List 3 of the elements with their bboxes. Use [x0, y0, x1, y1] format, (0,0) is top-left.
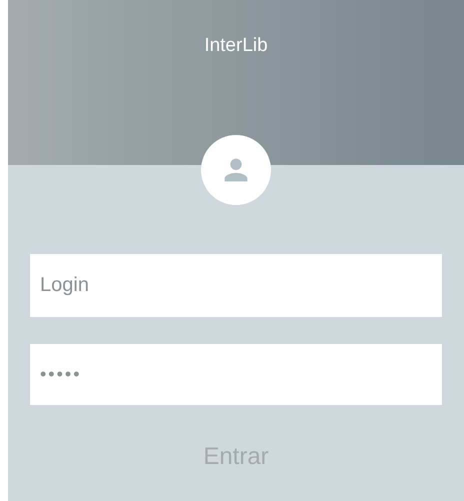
password-field[interactable]: •••••	[30, 344, 442, 405]
app-title: InterLib	[204, 34, 268, 58]
login-field[interactable]: Login	[30, 254, 442, 317]
